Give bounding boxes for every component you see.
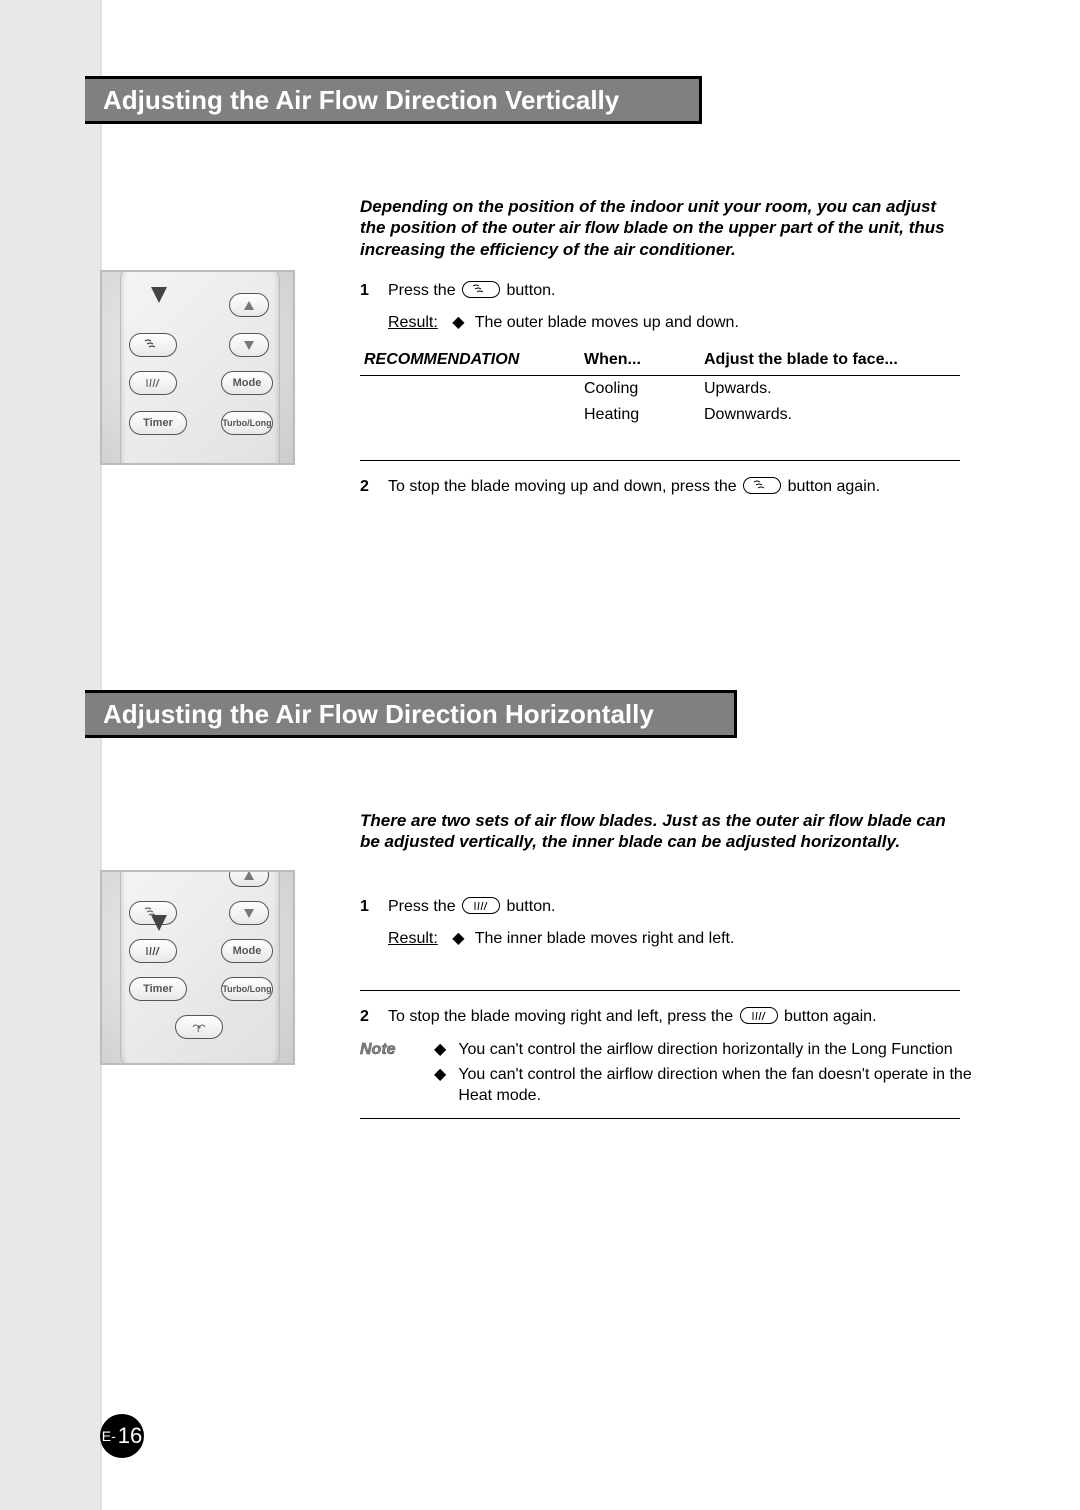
step-body: Press the button. Result: ◆ The inner bl… xyxy=(388,896,960,949)
step-1-horizontal: 1 Press the button. Result: ◆ The inner … xyxy=(360,896,960,949)
rec-when: Heating xyxy=(584,406,639,423)
rec-col2: When... xyxy=(584,351,641,368)
page-sidebar xyxy=(0,0,100,1510)
swing-vertical-icon xyxy=(743,477,781,494)
diamond-icon: ◆ xyxy=(434,1040,446,1061)
note-label: Note xyxy=(360,1040,416,1110)
step-number: 2 xyxy=(360,1006,374,1028)
divider xyxy=(360,460,960,461)
step-post: button. xyxy=(507,898,556,915)
step-body: To stop the blade moving up and down, pr… xyxy=(388,476,960,498)
rec-col1: RECOMMENDATION xyxy=(364,351,519,368)
note-block: Note ◆ You can't control the airflow dir… xyxy=(360,1040,980,1110)
step-post: button. xyxy=(507,282,556,299)
result-label: Result: xyxy=(388,314,438,331)
intro-text: There are two sets of air flow blades. J… xyxy=(360,811,946,851)
divider xyxy=(360,990,960,991)
step-2-vertical: 2 To stop the blade moving up and down, … xyxy=(360,476,960,498)
swing-horizontal-button-icon xyxy=(129,939,177,963)
diamond-icon: ◆ xyxy=(452,930,464,947)
rec-face: Upwards. xyxy=(704,380,772,397)
table-row: Heating Downwards. xyxy=(360,402,960,428)
step-number: 2 xyxy=(360,476,374,498)
swing-horizontal-icon xyxy=(462,897,500,914)
swing-vertical-icon xyxy=(462,281,500,298)
diamond-icon: ◆ xyxy=(452,314,464,331)
mode-button-label: Mode xyxy=(233,945,262,957)
result-text: The outer blade moves up and down. xyxy=(475,314,739,331)
rec-when: Cooling xyxy=(584,380,638,397)
section-title-text: Adjusting the Air Flow Direction Vertica… xyxy=(103,85,619,116)
rec-col3: Adjust the blade to face... xyxy=(704,351,898,368)
swing-horizontal-icon xyxy=(740,1007,778,1024)
divider xyxy=(360,1118,960,1119)
step-number: 1 xyxy=(360,896,374,949)
step-1-vertical: 1 Press the button. Result: ◆ The outer … xyxy=(360,280,960,333)
mode-button-label: Mode xyxy=(233,377,262,389)
remote-figure-vertical: Mode Timer Turbo/Long xyxy=(100,270,295,465)
step-number: 1 xyxy=(360,280,374,333)
page-num-value: 16 xyxy=(118,1423,142,1449)
page-prefix: E- xyxy=(102,1428,116,1444)
intro-text: Depending on the position of the indoor … xyxy=(360,197,945,259)
table-row: Cooling Upwards. xyxy=(360,376,960,403)
step-body: Press the button. Result: ◆ The outer bl… xyxy=(388,280,960,333)
timer-button-label: Timer xyxy=(143,417,173,429)
timer-button-label: Timer xyxy=(143,983,173,995)
step-post: button again. xyxy=(788,478,881,495)
recommendation-table: RECOMMENDATION When... Adjust the blade … xyxy=(360,345,960,428)
result-text: The inner blade moves right and left. xyxy=(475,930,735,947)
intro-vertical: Depending on the position of the indoor … xyxy=(360,196,960,260)
section-title-horizontal: Adjusting the Air Flow Direction Horizon… xyxy=(85,690,737,738)
note-text: You can't control the airflow direction … xyxy=(458,1040,952,1061)
page-number-badge: E-16 xyxy=(100,1414,144,1458)
step-2-horizontal: 2 To stop the blade moving right and lef… xyxy=(360,1006,960,1028)
remote-figure-horizontal: Mode Timer Turbo/Long xyxy=(100,870,295,1065)
result-label: Result: xyxy=(388,930,438,947)
turbo-button-label: Turbo/Long xyxy=(222,984,271,994)
note-body: ◆ You can't control the airflow directio… xyxy=(434,1040,980,1110)
section-title-vertical: Adjusting the Air Flow Direction Vertica… xyxy=(85,76,702,124)
swing-horizontal-button-icon xyxy=(129,371,177,395)
step-pre: To stop the blade moving up and down, pr… xyxy=(388,478,737,495)
step-pre: Press the xyxy=(388,898,456,915)
step-post: button again. xyxy=(784,1008,877,1025)
swing-vertical-button-icon xyxy=(129,333,177,357)
step-pre: To stop the blade moving right and left,… xyxy=(388,1008,733,1025)
intro-horizontal: There are two sets of air flow blades. J… xyxy=(360,810,960,853)
turbo-button-label: Turbo/Long xyxy=(222,418,271,428)
section-title-text: Adjusting the Air Flow Direction Horizon… xyxy=(103,699,654,730)
rec-face: Downwards. xyxy=(704,406,792,423)
fan-button-icon xyxy=(175,1015,223,1039)
diamond-icon: ◆ xyxy=(434,1065,446,1107)
note-text: You can't control the airflow direction … xyxy=(458,1065,980,1107)
step-body: To stop the blade moving right and left,… xyxy=(388,1006,960,1028)
step-pre: Press the xyxy=(388,282,456,299)
